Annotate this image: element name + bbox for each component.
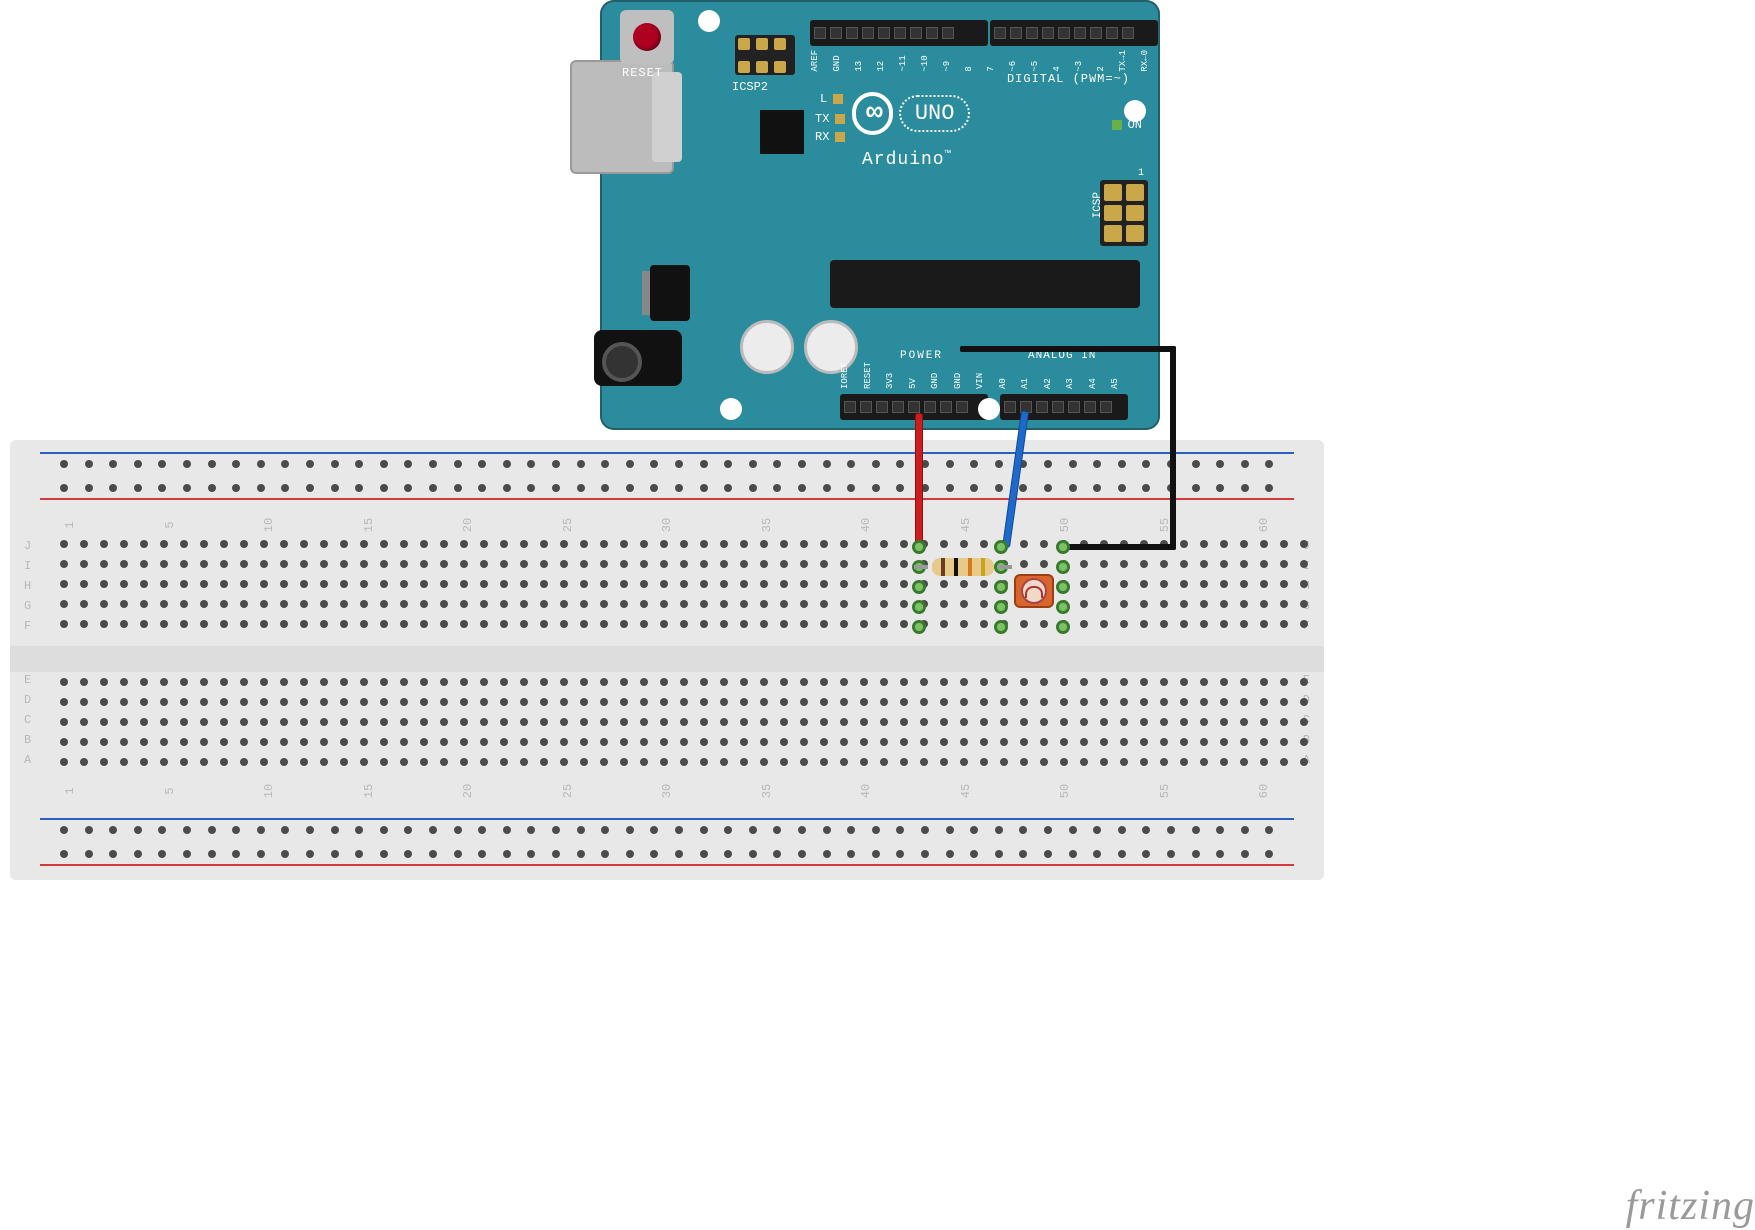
- tie-point: [912, 620, 926, 634]
- tie-point: [912, 540, 926, 554]
- photoresistor-ldr: [1014, 574, 1054, 608]
- tie-point: [994, 620, 1008, 634]
- digital-header-left[interactable]: [810, 20, 988, 46]
- tie-point: [912, 600, 926, 614]
- tie-point: [994, 540, 1008, 554]
- analog-header[interactable]: [1000, 394, 1128, 420]
- breadboard-bottom-rail-holes[interactable]: [60, 826, 1274, 860]
- digital-section-label: DIGITAL (PWM=~): [1007, 72, 1130, 86]
- fritzing-watermark: fritzing: [1626, 1182, 1755, 1230]
- mounting-hole: [720, 398, 742, 420]
- bottom-rail-pos-line: [40, 864, 1294, 866]
- tx-rx-labels: TX RX: [815, 110, 845, 146]
- tie-point: [1056, 620, 1070, 634]
- resistor-band-1: [941, 558, 945, 576]
- atmega16u2-chip: [760, 110, 804, 154]
- breadboard: 15 1015 2025 3035 4045 5055 60 15 1015 2…: [10, 440, 1324, 880]
- tie-point: [1056, 540, 1070, 554]
- column-numbers-top: 15 1015 2025 3035 4045 5055 60: [60, 518, 1274, 532]
- breadboard-grid-bottom[interactable]: [60, 678, 1274, 766]
- icsp2-header: [735, 35, 795, 75]
- mounting-hole: [1124, 100, 1146, 122]
- icsp-pin1-label: 1: [1138, 168, 1144, 179]
- digital-header-right[interactable]: [990, 20, 1158, 46]
- reset-button[interactable]: [620, 10, 674, 64]
- tie-point: [994, 580, 1008, 594]
- breadboard-top-rail-holes[interactable]: [60, 460, 1274, 494]
- resistor-band-2: [954, 558, 958, 576]
- tie-point: [1056, 560, 1070, 574]
- tie-point: [994, 600, 1008, 614]
- tie-point: [912, 580, 926, 594]
- arduino-uno-board: RESET ICSP2 AREFGND 1312 ~11~10 ~98 7~6 …: [600, 0, 1160, 430]
- wire-black-gnd-segment: [1170, 346, 1176, 546]
- resistor-band-4: [981, 558, 985, 576]
- arduino-brand-label: Arduino™: [862, 150, 952, 170]
- column-numbers-bottom: 15 1015 2025 3035 4045 5055 60: [60, 784, 1274, 798]
- top-rail-pos-line: [40, 498, 1294, 500]
- atmega328p-chip: [830, 260, 1140, 308]
- wire-black-gnd-segment: [960, 346, 1176, 352]
- resistor-band-3: [968, 558, 972, 576]
- mounting-hole: [698, 10, 720, 32]
- wire-red-5v: [916, 414, 922, 544]
- bottom-pin-labels: IOREFRESET 3V35V GNDGND VINA0 A1A2 A3A4 …: [840, 362, 1120, 389]
- icsp2-label: ICSP2: [732, 80, 768, 94]
- tie-point: [1056, 580, 1070, 594]
- power-header[interactable]: [840, 394, 988, 420]
- mounting-hole: [978, 398, 1000, 420]
- arduino-logo: ∞UNO: [852, 92, 970, 135]
- reset-label: RESET: [622, 66, 663, 80]
- icsp-label: ICSP: [1092, 192, 1104, 218]
- resistor-10k: [924, 558, 1002, 576]
- l-led-label: L: [820, 92, 843, 106]
- wire-black-gnd-segment: [1060, 544, 1176, 550]
- wire-black-gnd-segment: [1170, 540, 1176, 550]
- top-rail-neg-line: [40, 452, 1294, 454]
- diagram-stage: RESET ICSP2 AREFGND 1312 ~11~10 ~98 7~6 …: [0, 0, 1755, 1230]
- breadboard-center-gap: [10, 646, 1324, 672]
- power-section-label: POWER: [900, 350, 943, 362]
- icsp-header: [1100, 180, 1148, 246]
- barrel-jack: [594, 330, 682, 386]
- tie-point: [1056, 600, 1070, 614]
- bottom-rail-neg-line: [40, 818, 1294, 820]
- voltage-regulator: [650, 265, 690, 321]
- digital-pin-labels: AREFGND 1312 ~11~10 ~98 7~6 ~54 ~32 TX→1…: [810, 50, 1150, 72]
- breadboard-grid-top[interactable]: [60, 540, 1274, 628]
